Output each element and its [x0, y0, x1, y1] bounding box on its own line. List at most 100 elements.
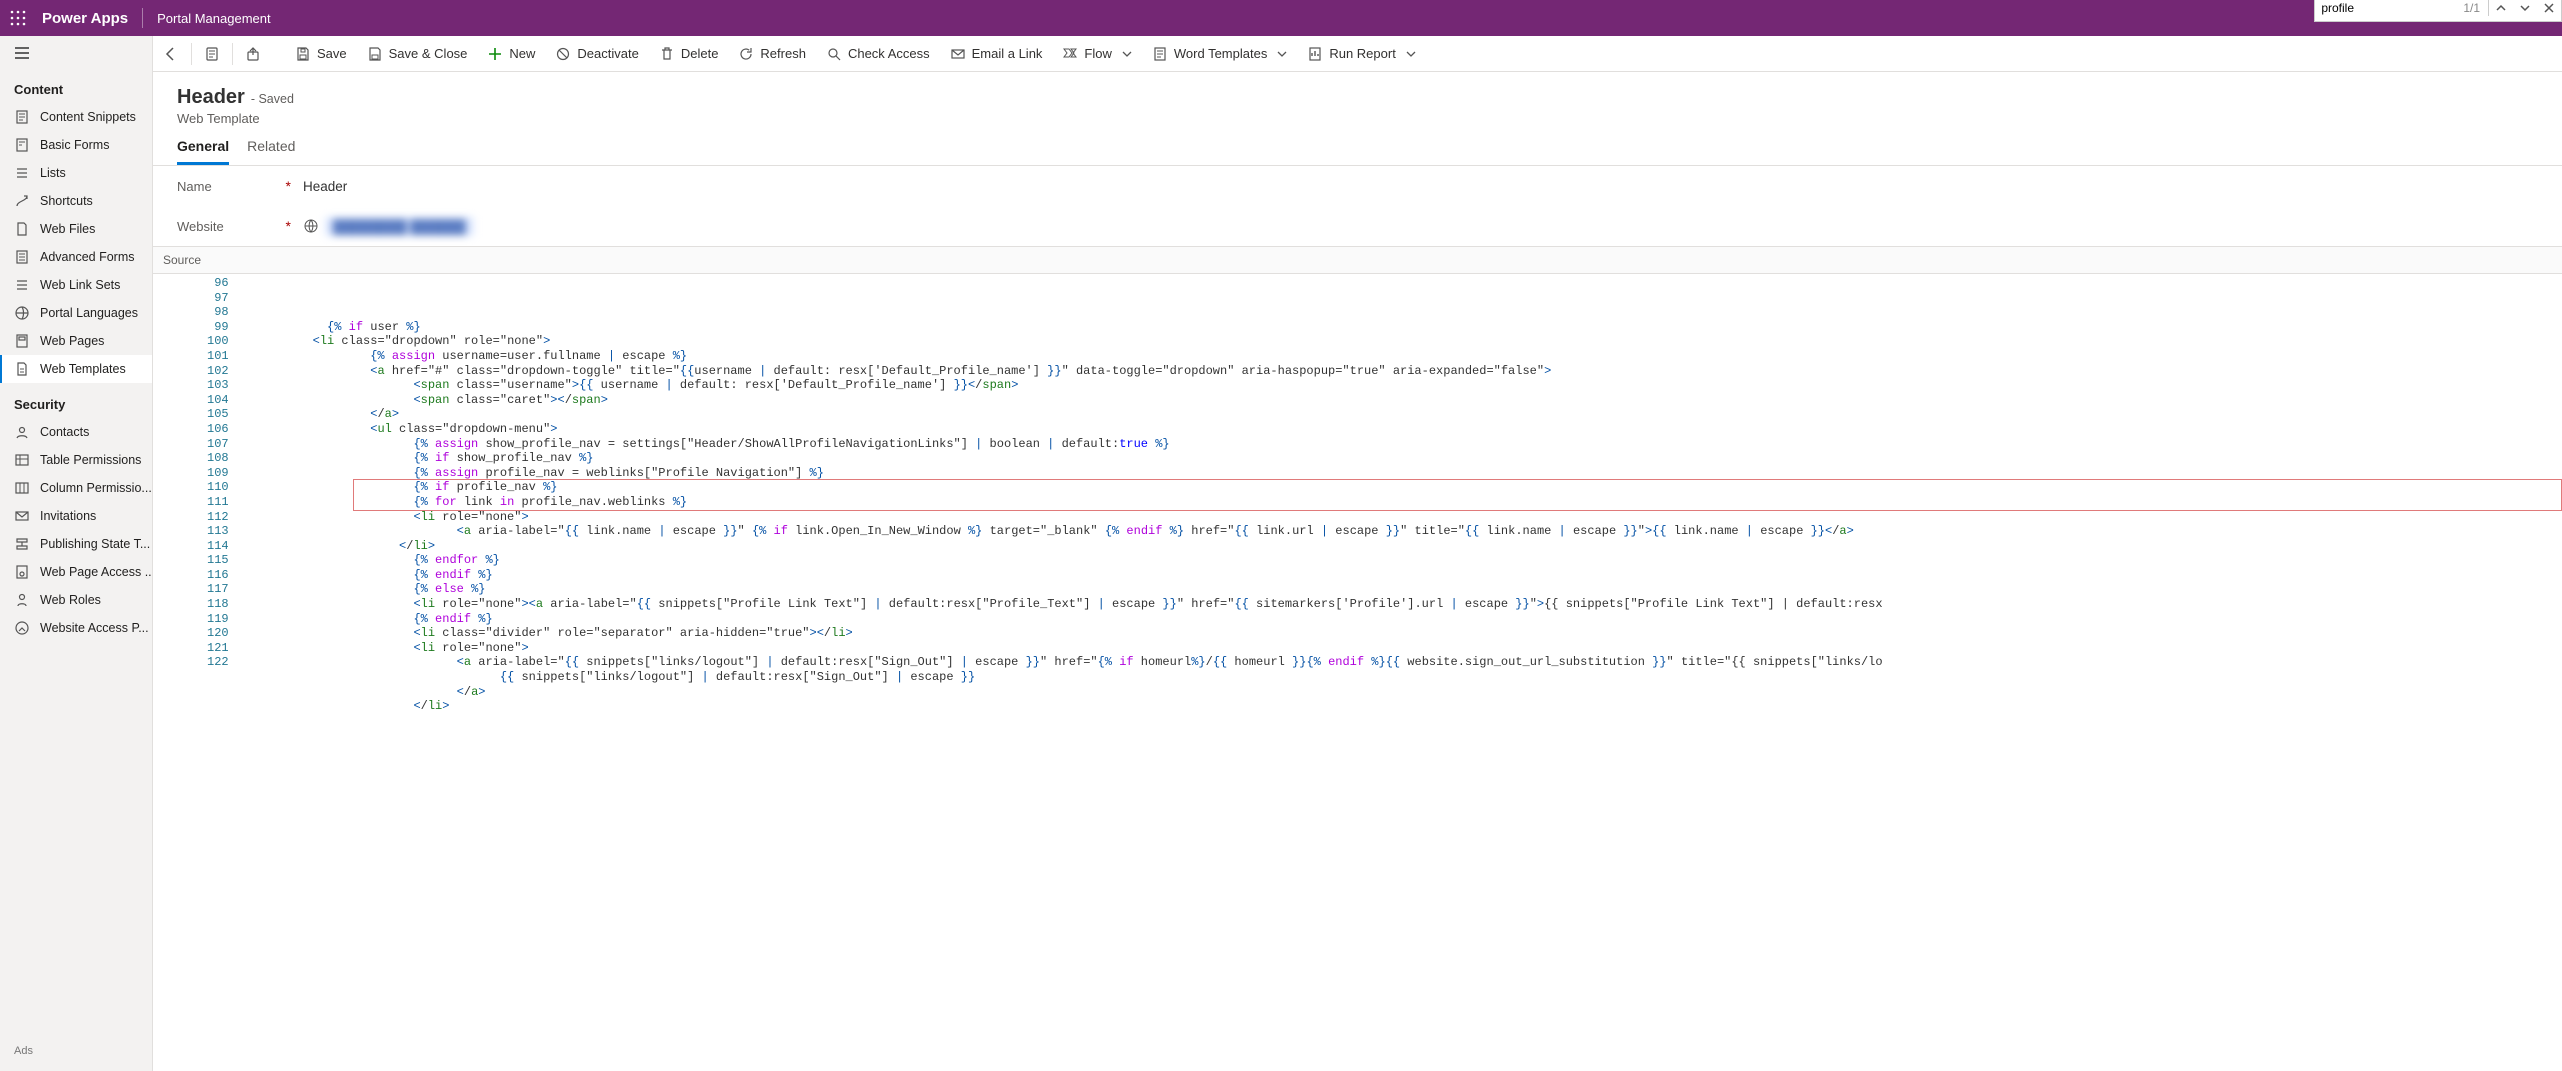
nav-item-lists[interactable]: Lists [0, 159, 152, 187]
nav-item-label: Lists [40, 166, 66, 180]
nav-item-label: Web Pages [40, 334, 104, 348]
form-tabs: General Related [153, 130, 2562, 166]
save-label: Save [317, 46, 347, 61]
save-close-label: Save & Close [389, 46, 468, 61]
nav-item-basic-forms[interactable]: Basic Forms [0, 131, 152, 159]
nav-item-table-permissions[interactable]: Table Permissions [0, 446, 152, 474]
code-body[interactable]: {% if user %} <li class="dropdown" role=… [237, 274, 2562, 716]
email-link-button[interactable]: Email a Link [940, 36, 1053, 72]
nav-ads-label: Ads [0, 1031, 152, 1071]
back-button[interactable] [153, 36, 189, 72]
flow-label: Flow [1084, 46, 1111, 61]
flow-button[interactable]: Flow [1052, 36, 1141, 72]
nav-item-web-page-access-[interactable]: Web Page Access ... [0, 558, 152, 586]
record-title: Header [177, 86, 245, 109]
field-name-value[interactable]: Header [295, 175, 2538, 198]
globe-icon [303, 218, 319, 234]
findbar-close-icon[interactable] [2537, 0, 2561, 22]
findbar-prev-icon[interactable] [2489, 0, 2513, 22]
nav-item-label: Web Roles [40, 593, 101, 607]
required-icon: * [282, 218, 295, 234]
nav-item-label: Table Permissions [40, 453, 141, 467]
run-report-label: Run Report [1329, 46, 1395, 61]
refresh-label: Refresh [760, 46, 806, 61]
sitemap-nav: Content Content Snippets Basic Forms Lists… [0, 36, 153, 1071]
fold-column [153, 274, 203, 716]
invite-icon [14, 508, 30, 524]
word-templates-button[interactable]: Word Templates [1142, 36, 1297, 72]
delete-button[interactable]: Delete [649, 36, 729, 72]
nav-item-advanced-forms[interactable]: Advanced Forms [0, 243, 152, 271]
nav-item-contacts[interactable]: Contacts [0, 418, 152, 446]
hamburger-icon[interactable] [14, 45, 30, 64]
nav-item-shortcuts[interactable]: Shortcuts [0, 187, 152, 215]
field-website-value[interactable]: ████████ ██████ [295, 213, 2538, 240]
website-lookup-pill[interactable]: ████████ ██████ [325, 217, 474, 236]
run-report-button[interactable]: Run Report [1297, 36, 1425, 72]
check-access-label: Check Access [848, 46, 930, 61]
nav-item-label: Invitations [40, 509, 96, 523]
command-bar: Save Save & Close New Deactivate Delete … [153, 36, 2562, 72]
linkset-icon [14, 277, 30, 293]
nav-item-website-access-p-[interactable]: Website Access P... [0, 614, 152, 642]
deactivate-label: Deactivate [577, 46, 638, 61]
email-link-label: Email a Link [972, 46, 1043, 61]
nav-group-content: Content [0, 72, 152, 103]
field-name-row: Name* Header [153, 166, 2562, 206]
code-editor[interactable]: 9697989910010110210310410510610710810911… [153, 274, 2562, 716]
findbar-input[interactable] [2315, 0, 2455, 19]
field-website-label: Website [177, 219, 224, 234]
word-templates-label: Word Templates [1174, 46, 1267, 61]
field-name-label: Name [177, 179, 212, 194]
contact-icon [14, 424, 30, 440]
nav-item-label: Advanced Forms [40, 250, 134, 264]
tab-general[interactable]: General [177, 138, 229, 165]
nav-item-publishing-state-t-[interactable]: Publishing State T... [0, 530, 152, 558]
findbar-next-icon[interactable] [2513, 0, 2537, 22]
file-icon [14, 221, 30, 237]
nav-item-label: Web Link Sets [40, 278, 120, 292]
save-button[interactable]: Save [285, 36, 357, 72]
page-icon [14, 333, 30, 349]
new-button[interactable]: New [477, 36, 545, 72]
nav-item-label: Website Access P... [40, 621, 149, 635]
nav-item-web-roles[interactable]: Web Roles [0, 586, 152, 614]
nav-item-label: Web Templates [40, 362, 126, 376]
open-record-set-button[interactable] [194, 36, 230, 72]
record-entity: Web Template [177, 111, 2538, 126]
share-button[interactable] [235, 36, 271, 72]
chevron-down-icon [1406, 49, 1416, 59]
nav-item-label: Web Files [40, 222, 95, 236]
form-icon [14, 137, 30, 153]
nav-item-label: Publishing State T... [40, 537, 150, 551]
role-icon [14, 592, 30, 608]
pageaccess-icon [14, 564, 30, 580]
tab-related[interactable]: Related [247, 138, 295, 165]
new-label: New [509, 46, 535, 61]
nav-item-content-snippets[interactable]: Content Snippets [0, 103, 152, 131]
nav-item-web-pages[interactable]: Web Pages [0, 327, 152, 355]
nav-item-web-templates[interactable]: Web Templates [0, 355, 152, 383]
shortcut-icon [14, 193, 30, 209]
save-close-button[interactable]: Save & Close [357, 36, 478, 72]
field-website-row: Website * ████████ ██████ [153, 206, 2562, 246]
app-launcher-icon[interactable] [0, 0, 36, 36]
nav-item-label: Column Permissio... [40, 481, 152, 495]
nav-item-web-link-sets[interactable]: Web Link Sets [0, 271, 152, 299]
nav-item-web-files[interactable]: Web Files [0, 215, 152, 243]
nav-item-label: Contacts [40, 425, 89, 439]
deactivate-button[interactable]: Deactivate [545, 36, 648, 72]
check-access-button[interactable]: Check Access [816, 36, 940, 72]
nav-item-column-permissio-[interactable]: Column Permissio... [0, 474, 152, 502]
lang-icon [14, 305, 30, 321]
colperm-icon [14, 480, 30, 496]
delete-label: Delete [681, 46, 719, 61]
refresh-button[interactable]: Refresh [728, 36, 816, 72]
app-area[interactable]: Portal Management [143, 11, 284, 26]
nav-item-portal-languages[interactable]: Portal Languages [0, 299, 152, 327]
nav-item-invitations[interactable]: Invitations [0, 502, 152, 530]
record-header: Header- Saved Web Template [153, 72, 2562, 130]
main-area: Save Save & Close New Deactivate Delete … [153, 36, 2562, 1071]
nav-item-label: Basic Forms [40, 138, 109, 152]
app-name[interactable]: Power Apps [36, 10, 142, 27]
